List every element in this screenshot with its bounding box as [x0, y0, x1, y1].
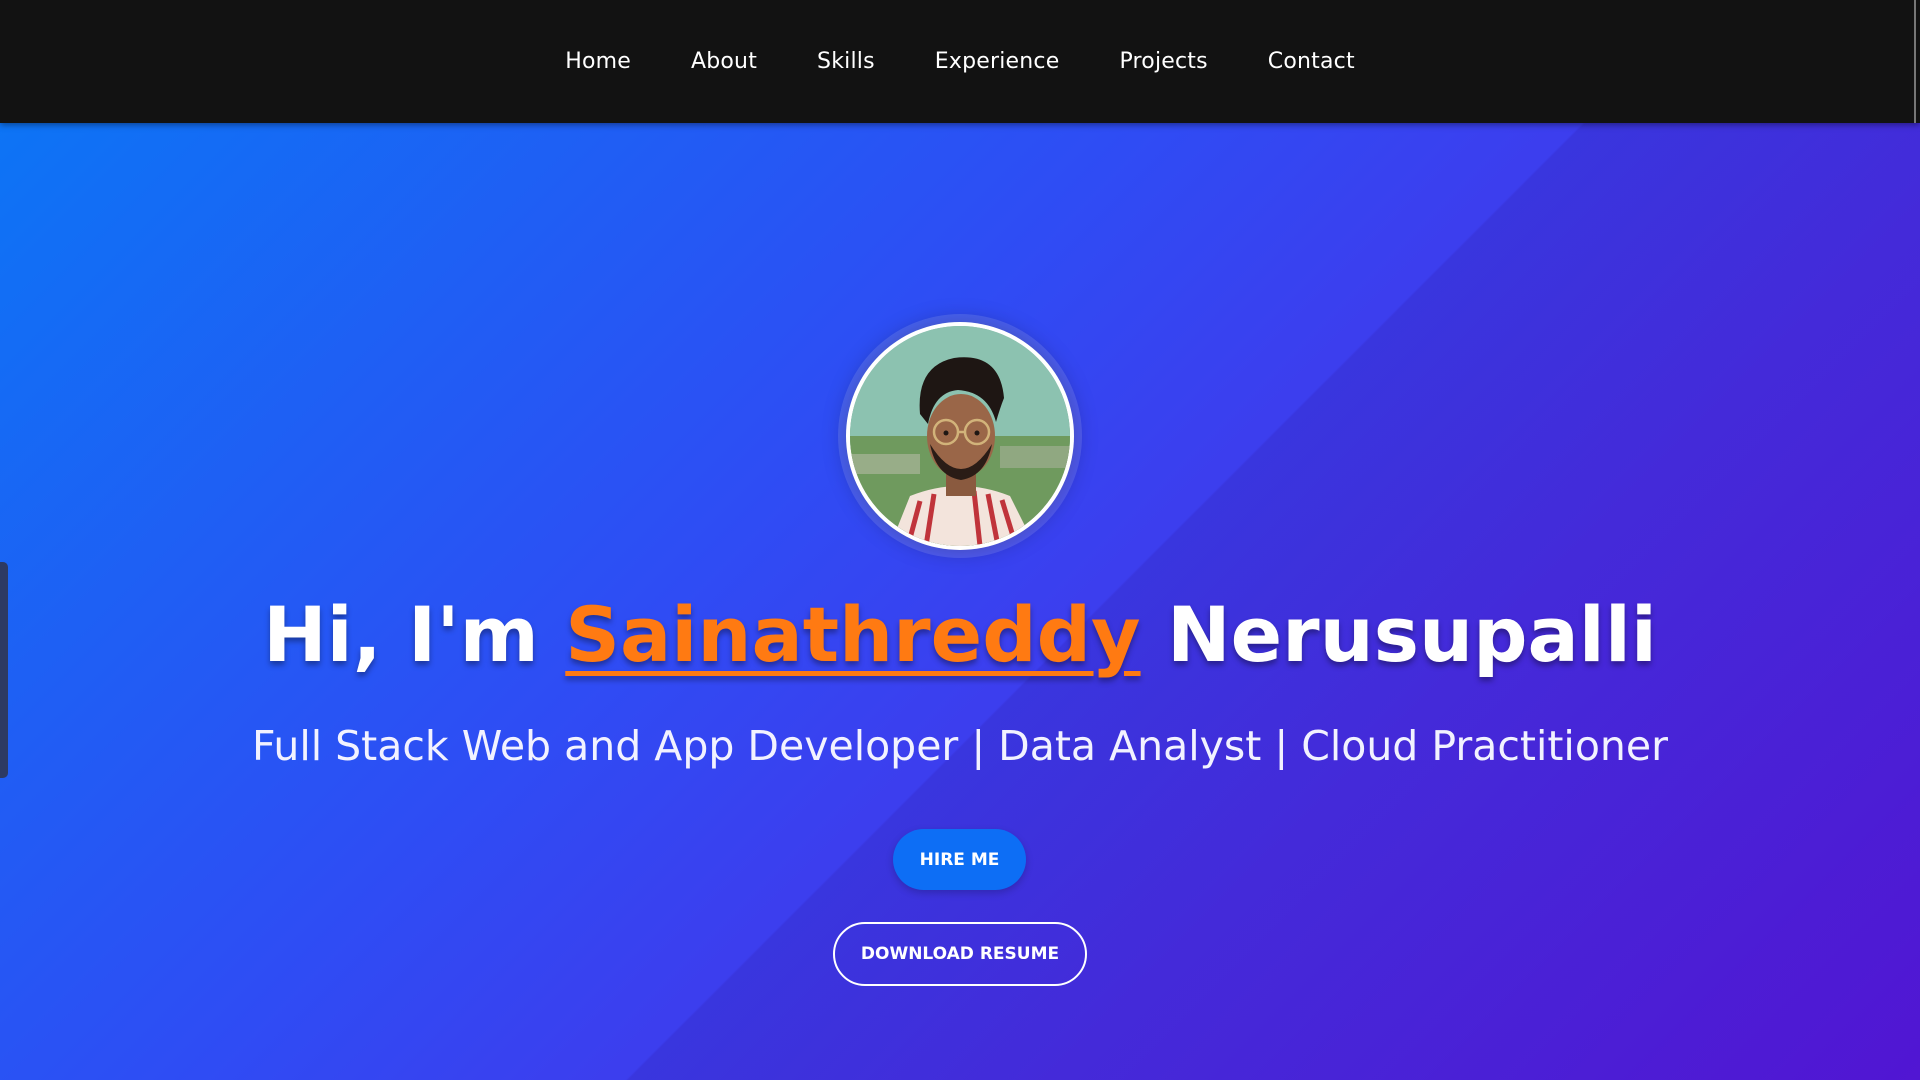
hero-last-name: Nerusupalli	[1167, 590, 1657, 679]
hero-greeting: Hi, I'm	[263, 590, 539, 679]
profile-avatar	[846, 322, 1074, 550]
hero-first-name: Sainathreddy	[565, 590, 1141, 679]
side-drawer-handle[interactable]	[0, 562, 8, 778]
nav-link-experience[interactable]: Experience	[935, 49, 1060, 74]
download-resume-button[interactable]: DOWNLOAD RESUME	[833, 922, 1087, 986]
hero-subtitle: Full Stack Web and App Developer | Data …	[252, 722, 1668, 770]
hire-me-button[interactable]: HIRE ME	[893, 829, 1026, 890]
nav-item-contact: Contact	[1268, 49, 1355, 74]
hero-headline: Hi, I'm Sainathreddy Nerusupalli	[0, 590, 1920, 679]
nav-link-skills[interactable]: Skills	[817, 49, 875, 74]
nav-link-home[interactable]: Home	[565, 49, 631, 74]
nav-item-about: About	[691, 49, 757, 74]
page-scrollbar[interactable]	[1914, 0, 1916, 123]
nav-link-contact[interactable]: Contact	[1268, 49, 1355, 74]
profile-photo-illustration	[850, 326, 1070, 546]
profile-photo	[850, 326, 1070, 546]
nav-item-experience: Experience	[935, 49, 1060, 74]
nav-item-projects: Projects	[1119, 49, 1207, 74]
nav-item-skills: Skills	[817, 49, 875, 74]
nav-link-about[interactable]: About	[691, 49, 757, 74]
nav-item-home: Home	[565, 49, 631, 74]
nav-list: Home About Skills Experience Projects Co…	[0, 0, 1920, 123]
nav-link-projects[interactable]: Projects	[1119, 49, 1207, 74]
top-navbar: Home About Skills Experience Projects Co…	[0, 0, 1920, 123]
